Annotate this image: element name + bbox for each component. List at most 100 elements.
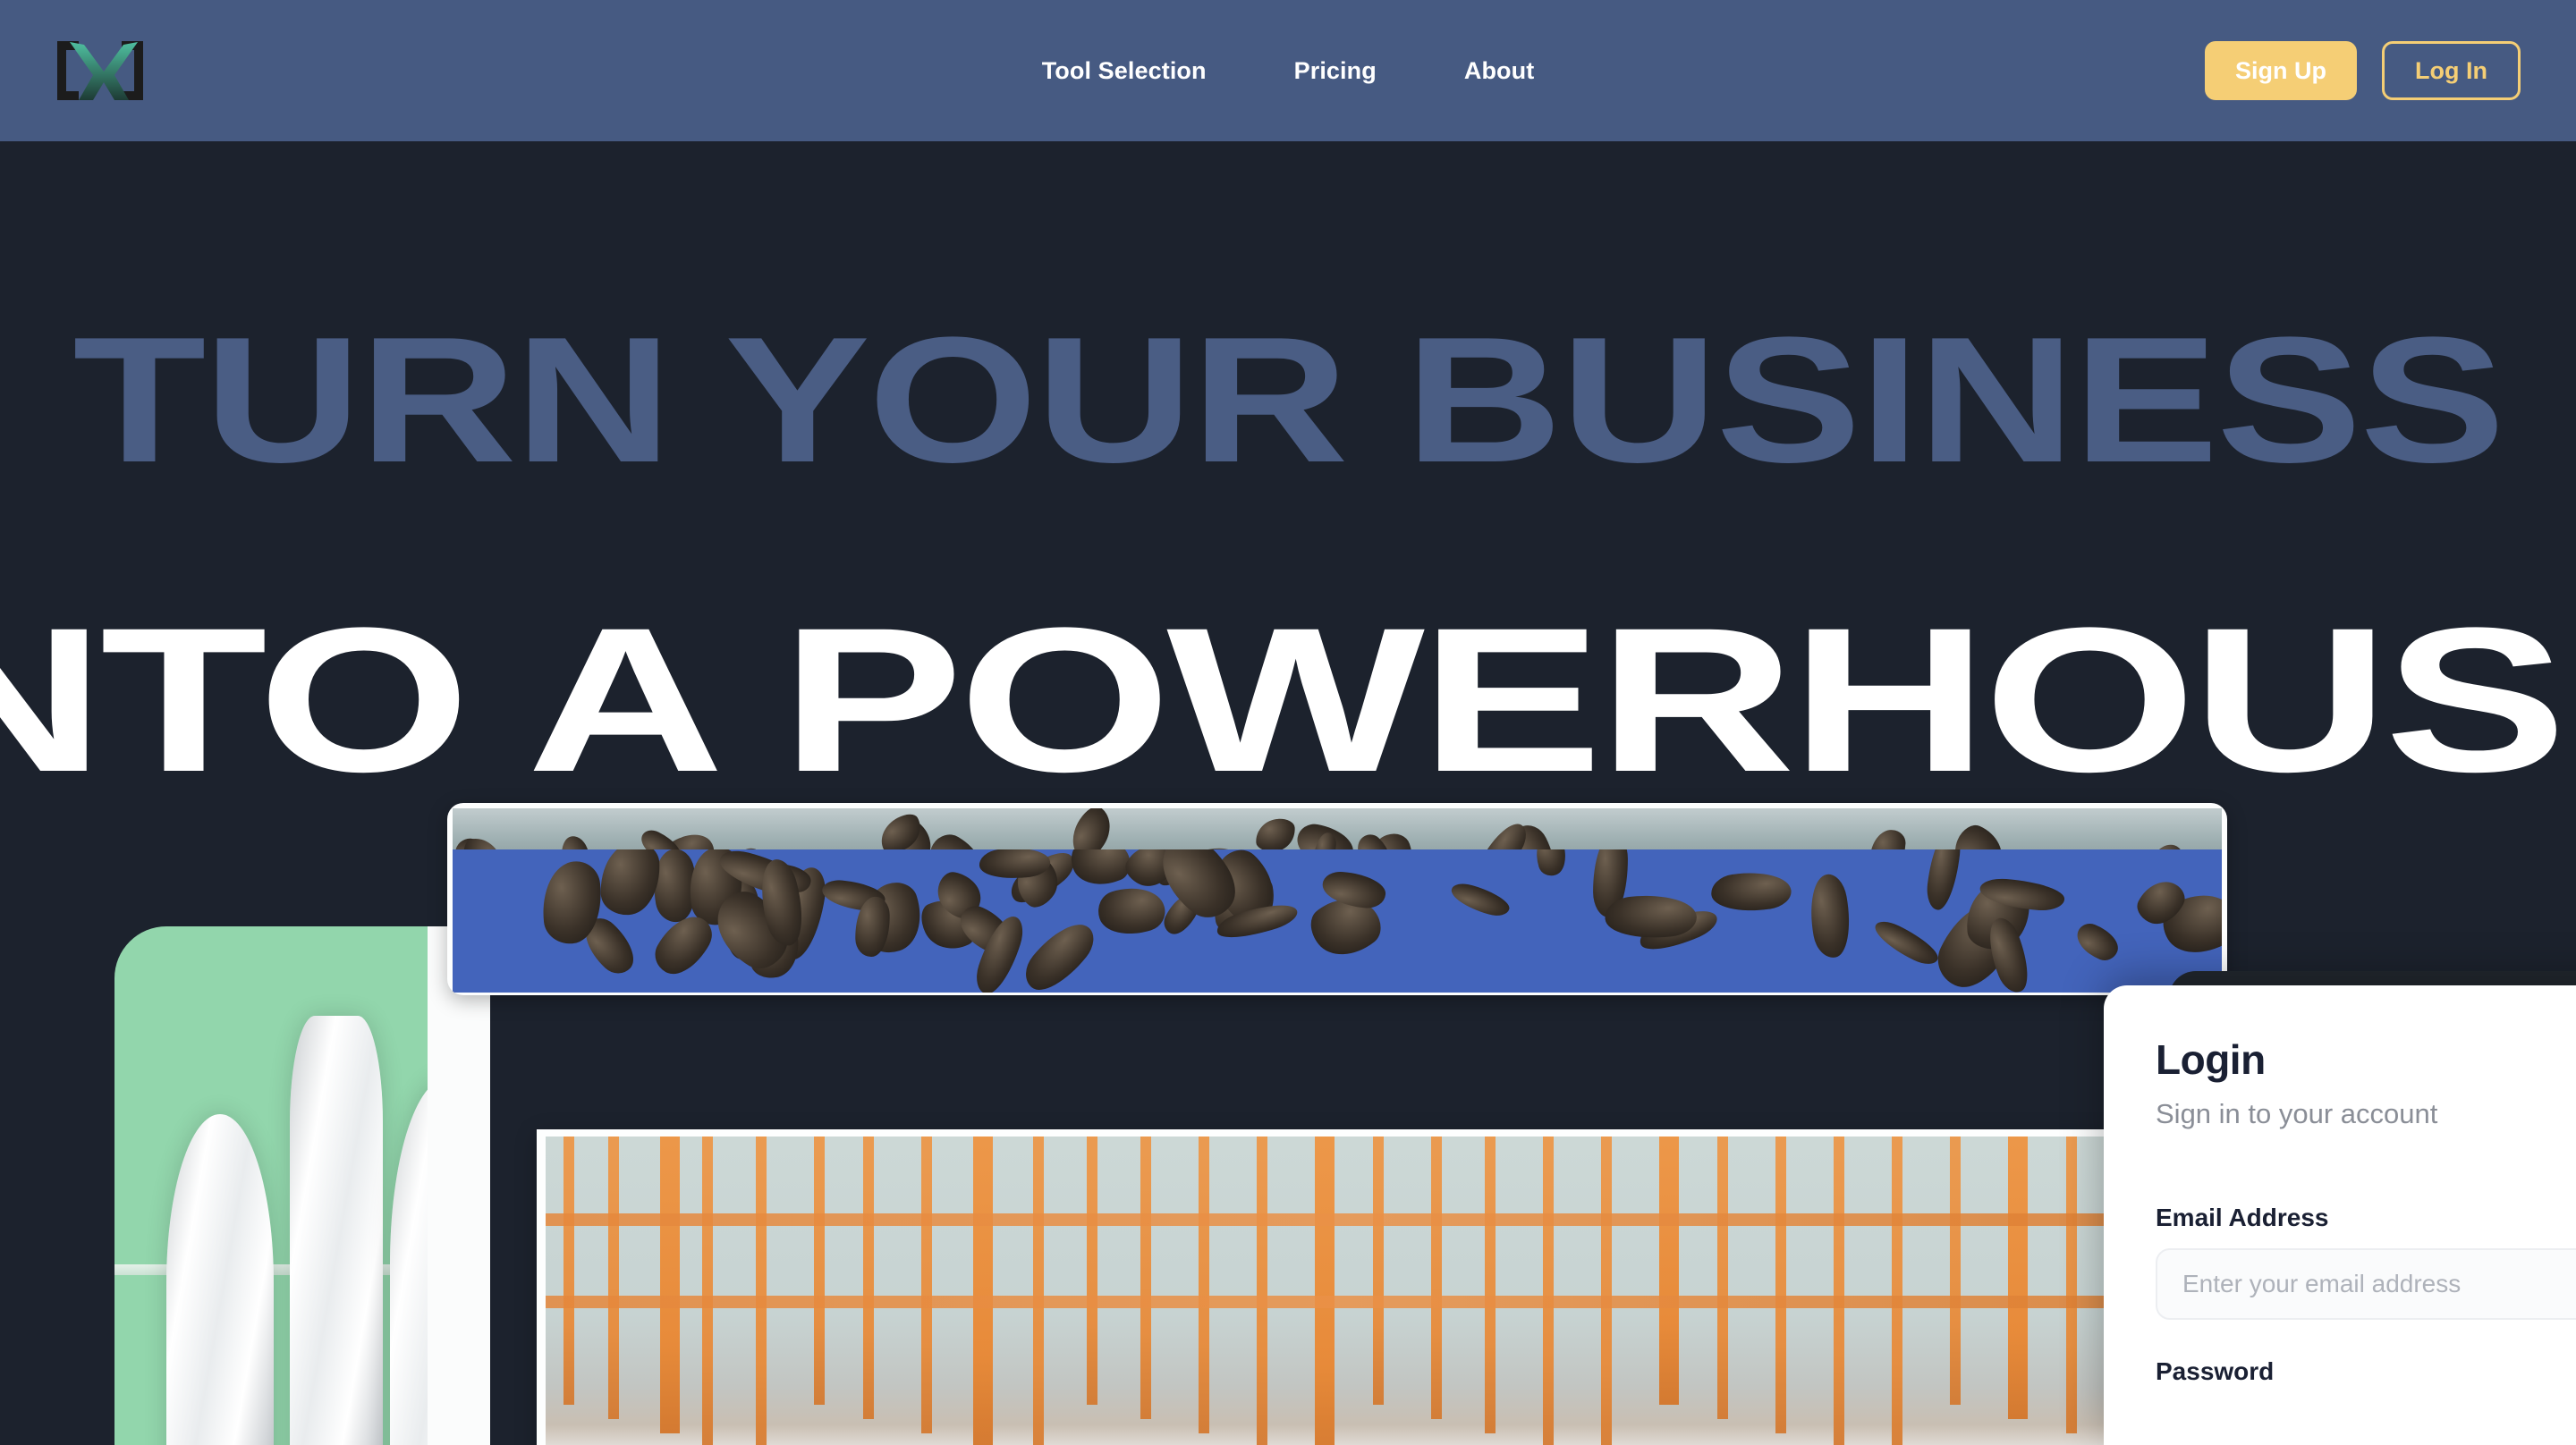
paint-vertical-line xyxy=(1950,1137,1961,1405)
email-label: Email Address xyxy=(2156,1204,2329,1231)
paint-vertical-line xyxy=(1659,1137,1679,1405)
shell-shape xyxy=(598,849,662,917)
shell-shape xyxy=(1360,829,1421,860)
shell-shape xyxy=(1945,819,2012,860)
shell-shape xyxy=(2132,873,2190,933)
shell-shape xyxy=(773,864,830,964)
hero-headline-line-1: TURN YOUR BUSINESS xyxy=(72,300,2505,500)
paint-vertical-line xyxy=(1775,1137,1786,1433)
shell-shape xyxy=(915,890,982,959)
paint-vertical-line xyxy=(973,1137,993,1445)
paint-horizontal-line xyxy=(546,1213,2156,1226)
nav-link-about[interactable]: About xyxy=(1461,50,1538,92)
shell-shape xyxy=(1120,849,1180,895)
shell-shape xyxy=(1635,900,1721,960)
shell-shape xyxy=(1065,849,1137,895)
paint-vertical-line xyxy=(608,1137,619,1419)
shell-shape xyxy=(724,879,762,959)
paint-vertical-line xyxy=(921,1137,932,1433)
paint-vertical-line xyxy=(1601,1137,1612,1445)
shell-shape xyxy=(743,917,804,983)
shell-shape xyxy=(933,869,986,922)
spoon-stem xyxy=(208,1230,232,1445)
shell-shape xyxy=(1004,849,1080,913)
brand-logo-x-mark xyxy=(57,41,143,100)
paint-horizontal-line xyxy=(546,1296,2156,1308)
hero-headline-line-2: INTO A POWERHOUSE xyxy=(0,585,2576,815)
shell-shape xyxy=(1321,870,1388,909)
shell-shape xyxy=(853,896,891,958)
paint-vertical-line xyxy=(756,1137,767,1445)
paint-vertical-line xyxy=(1257,1137,1267,1445)
shell-shape xyxy=(1159,888,1204,940)
shell-shape xyxy=(765,862,813,894)
shell-shape xyxy=(1803,872,1857,960)
shell-shape xyxy=(751,856,813,951)
shell-shape xyxy=(453,832,508,860)
email-input[interactable] xyxy=(2156,1248,2576,1320)
shell-shape xyxy=(1868,829,1906,860)
paint-vertical-line xyxy=(1373,1137,1384,1405)
paint-vertical-line xyxy=(1485,1137,1496,1433)
shell-shape xyxy=(1458,846,1513,860)
shell-shape xyxy=(654,822,721,860)
cutlery-shelf xyxy=(114,1264,490,1275)
paint-vertical-line xyxy=(1892,1137,1902,1445)
shell-shape xyxy=(1868,917,1944,970)
shell-shape xyxy=(1431,845,1503,860)
nav-link-tool-selection[interactable]: Tool Selection xyxy=(1038,50,1210,92)
shell-shape xyxy=(1254,818,1296,853)
shell-shape xyxy=(1293,820,1358,860)
nav-link-pricing[interactable]: Pricing xyxy=(1291,50,1380,92)
shell-shape xyxy=(460,833,507,860)
paint-vertical-line xyxy=(1834,1137,1844,1445)
shell-shape xyxy=(553,832,602,860)
shell-shape xyxy=(702,883,802,978)
shell-shape xyxy=(1146,849,1252,929)
blue-band-field xyxy=(453,849,2222,993)
paint-vertical-line xyxy=(1543,1137,1554,1445)
shell-shape xyxy=(1448,879,1513,919)
log-in-button[interactable]: Log In xyxy=(2382,41,2521,100)
shell-shape xyxy=(978,849,1052,884)
shell-shape xyxy=(1496,819,1568,860)
paint-vertical-line xyxy=(863,1137,874,1419)
shell-shape xyxy=(1098,843,1140,860)
abstract-painting-card xyxy=(537,1129,2165,1445)
shell-shape xyxy=(1301,883,1390,970)
paint-vertical-line xyxy=(1087,1137,1097,1405)
shell-shape xyxy=(820,878,887,913)
paint-vertical-line xyxy=(564,1137,574,1405)
shell-shape xyxy=(682,849,750,929)
brand-logo[interactable] xyxy=(52,38,148,104)
paint-vertical-line xyxy=(1199,1137,1209,1433)
paint-vertical-line xyxy=(814,1137,825,1405)
email-field-group: Email Address xyxy=(2156,1204,2576,1320)
paint-vertical-line xyxy=(702,1137,713,1445)
shell-shape xyxy=(1962,880,2034,953)
shell-shape xyxy=(1470,815,1532,860)
spoon-stem xyxy=(438,1230,462,1445)
shell-shape xyxy=(1092,878,1170,944)
paint-vertical-line xyxy=(660,1137,680,1433)
shell-shape xyxy=(1978,876,2066,912)
spoon-shape xyxy=(166,1114,274,1445)
shell-shape xyxy=(879,813,938,860)
spoon-shape xyxy=(390,1078,490,1445)
shell-shape xyxy=(1924,849,1963,912)
shell-shape xyxy=(1208,868,1281,939)
shell-shape xyxy=(1062,808,1121,860)
spoon-shape xyxy=(290,1016,383,1445)
shell-shape xyxy=(715,849,809,900)
password-field-group: Password xyxy=(2156,1357,2576,1386)
paint-vertical-line xyxy=(1717,1137,1728,1419)
paint-vertical-line xyxy=(1315,1137,1335,1445)
paint-vertical-line xyxy=(1431,1137,1442,1419)
main-nav: Tool Selection Pricing About xyxy=(0,0,2576,141)
shell-shape xyxy=(1593,849,1629,918)
chrome-objects-row xyxy=(546,1424,2156,1445)
sign-up-button[interactable]: Sign Up xyxy=(2205,41,2358,100)
login-modal: Login Sign in to your account Email Addr… xyxy=(2104,985,2576,1445)
spoon-stem xyxy=(327,1230,351,1445)
shell-shape xyxy=(1017,911,1102,993)
